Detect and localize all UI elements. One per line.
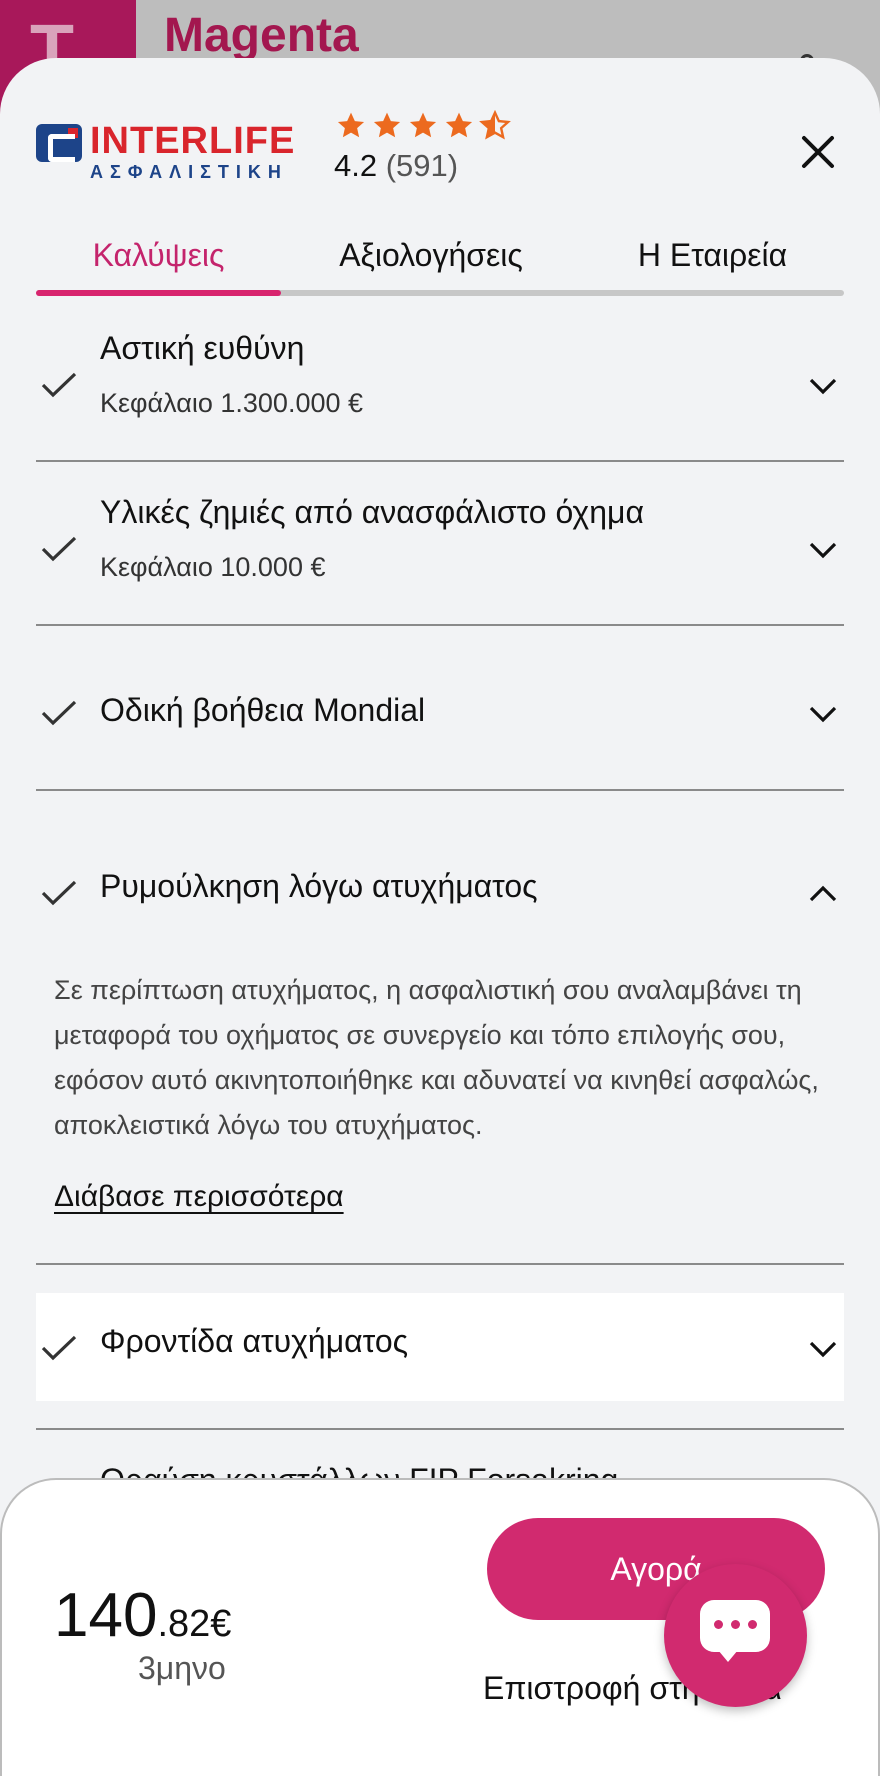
check-icon xyxy=(41,372,77,398)
insurer-logo-mark xyxy=(36,124,82,162)
chevron-down-icon[interactable] xyxy=(808,1339,838,1359)
coverage-item-accident-care[interactable]: Φροντίδα ατυχήματος xyxy=(36,1293,844,1401)
background-app-title: Magenta xyxy=(164,9,359,62)
coverage-title: Ρυμούλκηση λόγω ατυχήματος xyxy=(100,868,538,904)
star-icon xyxy=(445,112,473,138)
divider xyxy=(36,624,844,626)
chat-bubble-icon xyxy=(700,1600,770,1662)
read-more-link[interactable]: Διάβασε περισσότερα xyxy=(54,1180,344,1214)
rating-score: 4.2 xyxy=(334,148,378,183)
chevron-down-icon[interactable] xyxy=(808,376,838,396)
tab-company[interactable]: Η Εταιρεία xyxy=(581,230,844,290)
coverage-item-towing[interactable]: Ρυμούλκηση λόγω ατυχήματος xyxy=(36,838,844,938)
coverage-title: Υλικές ζημιές από ανασφάλιστο όχημα xyxy=(100,494,644,530)
divider xyxy=(36,1263,844,1265)
divider xyxy=(36,789,844,791)
check-icon xyxy=(41,536,77,562)
billing-period: 3μηνο xyxy=(138,1650,226,1686)
star-icon xyxy=(373,112,401,138)
check-icon xyxy=(41,880,77,906)
check-icon xyxy=(41,700,77,726)
sheet-header: INTERLIFE ΑΣΦΑΛΙΣΤΙΚΗ 4.2 (591) xyxy=(0,58,880,208)
coverage-title: Αστική ευθύνη xyxy=(100,330,305,366)
coverage-item-road-assistance[interactable]: Οδική βοήθεια Mondial xyxy=(36,648,844,778)
insurer-logo: INTERLIFE ΑΣΦΑΛΙΣΤΙΚΗ xyxy=(36,120,306,184)
insurer-rating[interactable]: 4.2 (591) xyxy=(334,110,512,184)
star-icon xyxy=(337,112,365,138)
price: 140.82€ xyxy=(54,1580,231,1651)
half-star-icon xyxy=(479,110,511,140)
details-tabs: Καλύψεις Αξιολογήσεις Η Εταιρεία xyxy=(36,230,844,300)
price-main: 140 xyxy=(54,1581,158,1650)
chevron-up-icon[interactable] xyxy=(808,884,838,904)
divider xyxy=(36,1428,844,1430)
insurer-subtitle: ΑΣΦΑΛΙΣΤΙΚΗ xyxy=(90,162,288,182)
check-icon xyxy=(41,1335,77,1361)
coverage-title: Οδική βοήθεια Mondial xyxy=(100,692,426,728)
chat-button[interactable] xyxy=(664,1564,807,1707)
tab-active-indicator xyxy=(36,290,281,296)
close-icon[interactable] xyxy=(796,130,840,174)
tab-reviews[interactable]: Αξιολογήσεις xyxy=(281,230,581,290)
chevron-down-icon[interactable] xyxy=(808,540,838,560)
coverage-description: Σε περίπτωση ατυχήματος, η ασφαλιστική σ… xyxy=(54,975,819,1140)
divider xyxy=(36,460,844,462)
insurer-name: INTERLIFE xyxy=(90,120,296,162)
coverage-item-uninsured-vehicle[interactable]: Υλικές ζημιές από ανασφάλιστο όχημα Κεφά… xyxy=(36,484,844,614)
star-icon xyxy=(409,112,437,138)
coverage-subtitle: Κεφάλαιο 1.300.000 € xyxy=(100,388,364,418)
tab-coverages[interactable]: Καλύψεις xyxy=(36,230,281,290)
coverage-item-civil-liability[interactable]: Αστική ευθύνη Κεφάλαιο 1.300.000 € xyxy=(36,320,844,450)
coverage-title: Φροντίδα ατυχήματος xyxy=(100,1323,409,1359)
coverage-subtitle: Κεφάλαιο 10.000 € xyxy=(100,552,326,582)
rating-stars xyxy=(334,110,512,142)
rating-count: (591) xyxy=(385,148,459,183)
chevron-down-icon[interactable] xyxy=(808,704,838,724)
price-cents: .82€ xyxy=(157,1603,232,1645)
